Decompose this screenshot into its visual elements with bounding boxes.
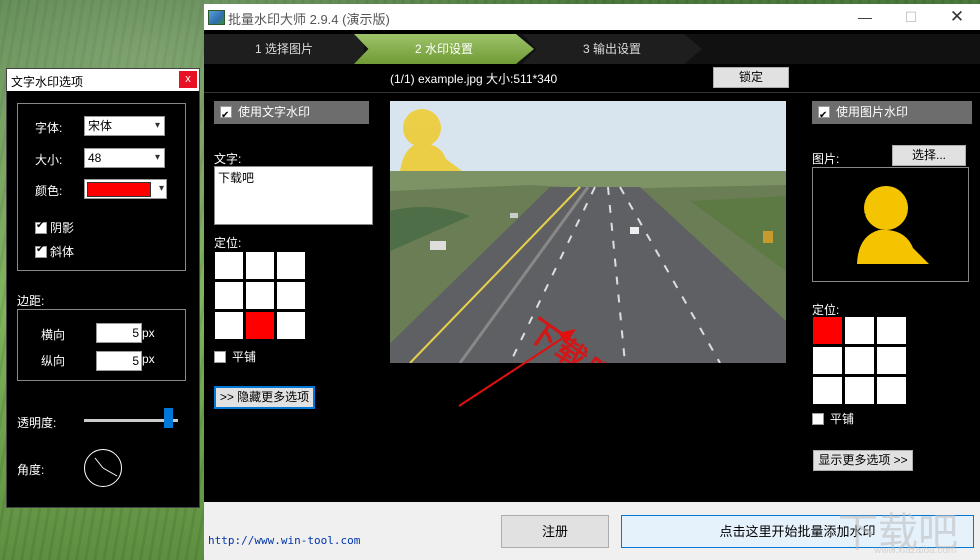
opacity-slider-thumb[interactable] (164, 408, 174, 428)
opacity-label: 透明度: (17, 416, 57, 430)
image-tile-label: 平铺 (830, 412, 855, 426)
divider (204, 92, 980, 93)
image-position-cell-middle-left[interactable] (813, 347, 842, 374)
horizontal-unit: px (142, 326, 155, 340)
title-bar[interactable]: 批量水印大师 2.9.4 (演示版) — ☐ ✕ (204, 4, 980, 30)
color-picker[interactable]: ▾ (84, 179, 167, 199)
step-watermark-settings[interactable]: 2 水印设置 (354, 34, 534, 64)
italic-option[interactable]: 斜体 (35, 243, 74, 260)
color-swatch (87, 182, 151, 197)
watermark-image-box (812, 167, 969, 282)
horizontal-margin-input[interactable]: 5 (96, 323, 142, 343)
wizard-steps: 1 选择图片 3 输出设置 2 水印设置 (204, 34, 980, 64)
use-image-watermark-checkbox[interactable] (818, 104, 830, 127)
use-text-watermark-label: 使用文字水印 (238, 105, 311, 119)
step-output-settings[interactable]: 3 输出设置 (522, 34, 702, 64)
register-button[interactable]: 注册 (501, 515, 609, 548)
image-position-cell-top-right[interactable] (877, 317, 906, 344)
image-preview: 下载吧 (390, 101, 786, 363)
font-select-value: 宋体 (88, 119, 113, 133)
image-position-cell-bottom-center[interactable] (845, 377, 874, 404)
hide-more-options-button[interactable]: >> 隐藏更多选项 (214, 386, 315, 409)
use-image-watermark-header[interactable]: 使用图片水印 (812, 101, 972, 127)
angle-label: 角度: (17, 463, 45, 477)
size-select[interactable]: 48 ▾ (84, 148, 165, 168)
red-arrow-annotation (458, 329, 576, 407)
image-position-cell-top-left[interactable] (813, 317, 842, 344)
italic-checkbox[interactable] (35, 244, 47, 258)
use-image-watermark-label: 使用图片水印 (836, 105, 909, 119)
image-position-cell-middle-right[interactable] (877, 347, 906, 374)
position-cell-bottom-center[interactable] (246, 312, 274, 339)
site-logo-watermark: 下载吧 www.xiazaiba.com (838, 500, 978, 558)
text-watermark-options-panel: 文字水印选项 x 字体: 宋体 ▾ 大小: 48 ▾ 颜色: ▾ 阴影 斜体 边… (6, 68, 200, 508)
horizontal-label: 横向 (41, 328, 66, 342)
show-more-options-button[interactable]: 显示更多选项 >> (813, 450, 913, 471)
choose-image-button[interactable]: 选择... (892, 145, 966, 166)
position-cell-top-center[interactable] (246, 252, 274, 279)
position-cell-bottom-right[interactable] (277, 312, 305, 339)
vertical-unit: px (142, 352, 155, 366)
image-tile-option[interactable]: 平铺 (812, 410, 854, 427)
minimize-button[interactable]: — (842, 4, 888, 30)
position-cell-middle-right[interactable] (277, 282, 305, 309)
image-position-grid (813, 317, 906, 404)
watermark-text-input[interactable]: 下载吧 (214, 166, 373, 225)
chevron-down-icon: ▾ (154, 152, 160, 163)
angle-dial[interactable] (84, 449, 122, 487)
text-tile-label: 平铺 (232, 350, 257, 364)
close-button[interactable]: ✕ (934, 4, 980, 30)
use-text-watermark-checkbox[interactable] (220, 104, 232, 127)
app-icon (208, 10, 225, 25)
file-info: (1/1) example.jpg 大小:511*340 (390, 72, 558, 86)
position-cell-bottom-left[interactable] (215, 312, 243, 339)
shadow-label: 阴影 (50, 221, 75, 235)
size-select-value: 48 (88, 151, 102, 165)
chevron-down-icon: ▾ (158, 183, 164, 194)
italic-label: 斜体 (50, 245, 75, 259)
image-position-cell-top-center[interactable] (845, 317, 874, 344)
step-select-images[interactable]: 1 选择图片 (204, 34, 364, 64)
image-position-cell-bottom-left[interactable] (813, 377, 842, 404)
text-tile-option[interactable]: 平铺 (214, 348, 256, 365)
maximize-button[interactable]: ☐ (888, 4, 934, 30)
font-label: 字体: (35, 121, 63, 135)
angle-dial-needle (94, 457, 118, 477)
shadow-option[interactable]: 阴影 (35, 219, 74, 236)
vertical-label: 纵向 (41, 354, 66, 368)
margin-label: 边距: (17, 294, 45, 308)
silhouette-image (857, 186, 929, 264)
logo-subtext: www.xiazaiba.com (874, 545, 957, 556)
website-link[interactable]: http://www.win-tool.com (208, 534, 360, 547)
highway-photo (390, 101, 786, 363)
text-position-label: 定位: (214, 236, 242, 250)
image-position-cell-bottom-right[interactable] (877, 377, 906, 404)
position-cell-middle-left[interactable] (215, 282, 243, 309)
panel-title: 文字水印选项 (11, 75, 84, 89)
use-text-watermark-header[interactable]: 使用文字水印 (214, 101, 369, 127)
text-position-grid (215, 252, 305, 339)
shadow-checkbox[interactable] (35, 220, 47, 234)
text-label: 文字: (214, 152, 242, 166)
position-cell-top-left[interactable] (215, 252, 243, 279)
image-position-label: 定位: (812, 303, 840, 317)
main-window: 批量水印大师 2.9.4 (演示版) — ☐ ✕ 1 选择图片 3 输出设置 2… (204, 4, 980, 560)
image-label: 图片: (812, 152, 840, 166)
image-tile-checkbox[interactable] (812, 412, 824, 425)
window-title: 批量水印大师 2.9.4 (演示版) (228, 12, 390, 27)
text-tile-checkbox[interactable] (214, 350, 226, 363)
lock-button[interactable]: 锁定 (713, 67, 789, 88)
panel-title-bar[interactable]: 文字水印选项 x (7, 69, 199, 91)
chevron-down-icon: ▾ (154, 120, 160, 131)
color-label: 颜色: (35, 184, 63, 198)
font-select[interactable]: 宋体 ▾ (84, 116, 165, 136)
position-cell-center[interactable] (246, 282, 274, 309)
image-position-cell-center[interactable] (845, 347, 874, 374)
position-cell-top-right[interactable] (277, 252, 305, 279)
size-label: 大小: (35, 153, 63, 167)
panel-close-button[interactable]: x (179, 71, 197, 88)
vertical-margin-input[interactable]: 5 (96, 351, 142, 371)
